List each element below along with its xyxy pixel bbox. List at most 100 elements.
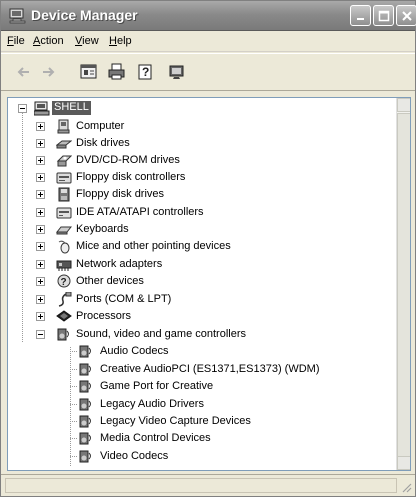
expand-toggle[interactable] (36, 312, 45, 321)
tree-device-label: Game Port for Creative (100, 380, 214, 392)
computer-root-icon (34, 101, 50, 116)
expand-toggle[interactable] (36, 156, 45, 165)
expand-toggle[interactable] (36, 190, 45, 199)
keyboard-icon (56, 226, 72, 235)
tree-line (70, 456, 78, 457)
tree-item-dvd-cdrom[interactable]: DVD/CD-ROM drives (8, 152, 398, 169)
tree-item-label: Keyboards (76, 223, 129, 235)
resize-grip-icon[interactable] (400, 481, 412, 493)
sound-icon (57, 328, 69, 341)
floppy-controller-icon (56, 172, 72, 184)
print-button[interactable] (107, 63, 127, 81)
tree-device-game-port[interactable]: Game Port for Creative (8, 378, 398, 395)
tree-item-keyboards[interactable]: Keyboards (8, 221, 398, 238)
maximize-icon (378, 10, 390, 22)
tree-root-shell[interactable]: SHELL (8, 100, 398, 117)
close-icon (402, 11, 412, 21)
minimize-button[interactable] (350, 5, 371, 26)
sound-device-icon (79, 415, 91, 428)
scroll-down-button[interactable] (397, 456, 410, 470)
sound-device-icon (79, 450, 91, 463)
device-manager-window: Device Manager File Action View Help ? S… (0, 0, 416, 497)
tree-item-label: DVD/CD-ROM drives (76, 154, 180, 166)
expand-toggle[interactable] (36, 260, 45, 269)
tree-item-network-adapters[interactable]: Network adapters (8, 256, 398, 273)
tree-device-audio-codecs[interactable]: Audio Codecs (8, 343, 398, 360)
tree-device-legacy-audio[interactable]: Legacy Audio Drivers (8, 396, 398, 413)
forward-button[interactable] (39, 63, 59, 81)
menu-action[interactable]: Action (33, 35, 64, 47)
tree-item-sound-video-game[interactable]: Sound, video and game controllers (8, 326, 398, 343)
expand-toggle[interactable] (36, 173, 45, 182)
cdrom-icon (56, 155, 72, 167)
back-button[interactable] (15, 63, 35, 81)
tree-item-label: Mice and other pointing devices (76, 240, 231, 252)
network-adapter-icon (56, 260, 72, 271)
tree-device-media-control[interactable]: Media Control Devices (8, 430, 398, 447)
print-icon (108, 63, 125, 80)
tree-item-label: IDE ATA/ATAPI controllers (76, 206, 204, 218)
expand-toggle[interactable] (36, 225, 45, 234)
tree-item-label: Sound, video and game controllers (76, 328, 246, 340)
tree-item-disk-drives[interactable]: Disk drives (8, 135, 398, 152)
tree-line (70, 438, 78, 439)
device-manager-icon (9, 8, 26, 24)
tree-item-label: Ports (COM & LPT) (76, 293, 172, 305)
tree-device-creative-audiopci[interactable]: Creative AudioPCI (ES1371,ES1373) (WDM) (8, 361, 398, 378)
collapse-toggle[interactable] (36, 330, 45, 339)
expand-toggle[interactable] (36, 208, 45, 217)
tree-device-label: Audio Codecs (100, 345, 169, 357)
sound-device-icon (79, 363, 91, 376)
tree-item-floppy-controllers[interactable]: Floppy disk controllers (8, 169, 398, 186)
menu-help[interactable]: Help (109, 35, 132, 47)
tree-item-computer[interactable]: Computer (8, 118, 398, 135)
expand-toggle[interactable] (36, 139, 45, 148)
tree-device-video-codecs[interactable]: Video Codecs (8, 448, 398, 465)
tree-device-label: Creative AudioPCI (ES1371,ES1373) (WDM) (100, 363, 320, 375)
ide-controller-icon (56, 207, 72, 219)
title-bar[interactable]: Device Manager (1, 1, 416, 31)
close-button[interactable] (396, 5, 416, 26)
tree-root-label: SHELL (52, 101, 91, 115)
tree-device-label: Media Control Devices (100, 432, 211, 444)
properties-button[interactable] (79, 63, 99, 81)
sound-device-icon (79, 345, 91, 358)
status-bar (1, 474, 415, 496)
tree-item-label: Floppy disk controllers (76, 171, 186, 183)
expand-toggle[interactable] (36, 295, 45, 304)
scroll-up-button[interactable] (397, 98, 410, 112)
vertical-scrollbar[interactable] (396, 98, 410, 470)
svg-text:?: ? (142, 65, 149, 79)
tree-item-other-devices[interactable]: ? Other devices (8, 273, 398, 290)
tree-item-floppy-drives[interactable]: Floppy disk drives (8, 186, 398, 203)
tree-line (70, 369, 78, 370)
tree-item-label: Processors (76, 310, 132, 322)
tree-device-label: Video Codecs (100, 450, 169, 462)
tree-item-label: Floppy disk drives (76, 188, 165, 200)
mouse-icon (58, 240, 70, 254)
device-tree[interactable]: SHELL Computer Disk drives DVD/CD-ROM dr… (7, 97, 411, 471)
expand-toggle[interactable] (36, 277, 45, 286)
tree-item-label: Disk drives (76, 137, 130, 149)
tree-line (70, 386, 78, 387)
menu-view[interactable]: View (75, 35, 99, 47)
scan-hardware-button[interactable] (167, 63, 187, 81)
menu-file-rest: ile (13, 35, 25, 47)
menu-file[interactable]: File (7, 35, 25, 47)
tree-item-label: Other devices (76, 275, 144, 287)
tree-item-ports[interactable]: Ports (COM & LPT) (8, 291, 398, 308)
help-button[interactable]: ? (137, 63, 157, 81)
expand-toggle[interactable] (36, 122, 45, 131)
tree-item-mice[interactable]: Mice and other pointing devices (8, 238, 398, 255)
collapse-toggle[interactable] (18, 104, 27, 113)
tree-item-ide-controllers[interactable]: IDE ATA/ATAPI controllers (8, 204, 398, 221)
scroll-thumb[interactable] (397, 113, 410, 458)
tree-item-processors[interactable]: Processors (8, 308, 398, 325)
disk-drive-icon (56, 140, 72, 149)
tree-device-legacy-video-capture[interactable]: Legacy Video Capture Devices (8, 413, 398, 430)
maximize-button[interactable] (373, 5, 394, 26)
expand-toggle[interactable] (36, 242, 45, 251)
ports-icon (58, 292, 72, 307)
tree-device-label: Legacy Audio Drivers (100, 398, 204, 410)
forward-icon (43, 67, 55, 77)
